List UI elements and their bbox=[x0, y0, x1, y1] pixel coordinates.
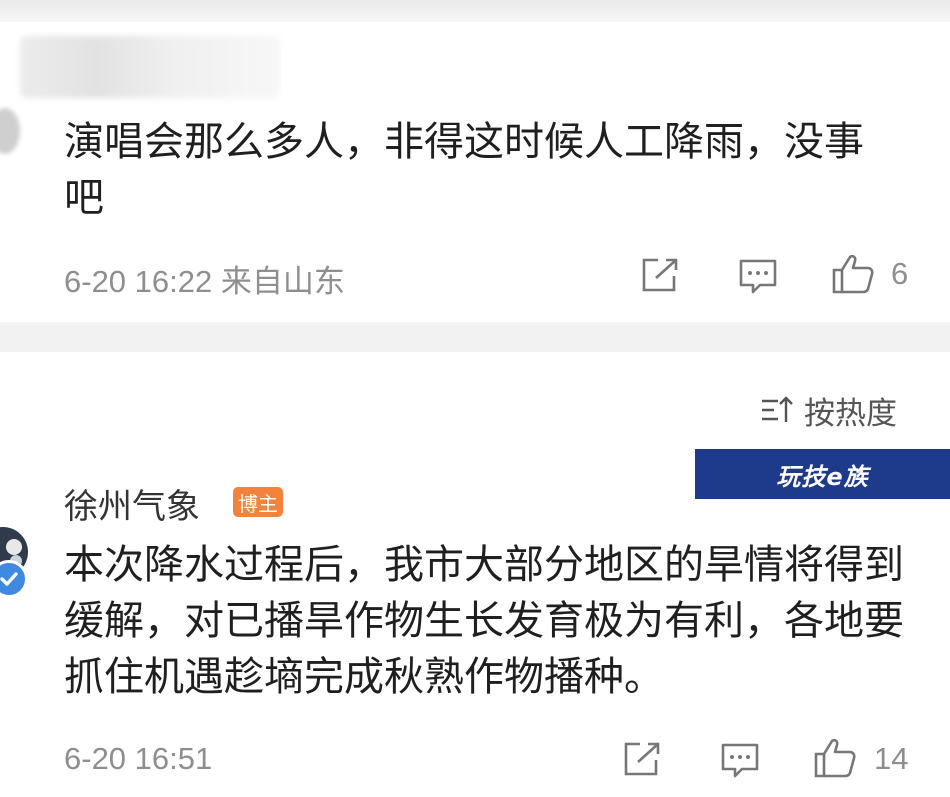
sort-icon bbox=[762, 396, 793, 422]
thumbs-up-icon[interactable] bbox=[813, 737, 857, 779]
section-divider bbox=[0, 322, 950, 352]
like-count: 14 bbox=[874, 741, 909, 776]
sort-label: 按热度 bbox=[804, 395, 897, 432]
comment-meta: 6-20 16:51 bbox=[64, 741, 213, 776]
author-name[interactable]: 徐州气象 bbox=[64, 479, 200, 528]
comment-meta: 6-20 16:22 来自山东 bbox=[64, 264, 345, 299]
comment-text: 演唱会那么多人，非得这时候人工降雨，没事吧 bbox=[64, 119, 864, 221]
watermark: 玩技e族 bbox=[695, 449, 950, 499]
share-icon[interactable] bbox=[622, 741, 662, 777]
thumbs-up-icon[interactable] bbox=[831, 253, 875, 295]
author-badge: 博主 bbox=[233, 487, 283, 517]
avatar[interactable] bbox=[0, 108, 20, 154]
share-icon[interactable] bbox=[640, 257, 680, 293]
blurred-username bbox=[20, 36, 280, 98]
verified-icon bbox=[0, 560, 28, 598]
top-strip bbox=[0, 0, 950, 22]
comment-text: 本次降水过程后，我市大部分地区的旱情将得到缓解，对已播旱作物生长发育极为有利，各… bbox=[64, 542, 904, 700]
comment-icon[interactable] bbox=[738, 258, 778, 294]
comment-icon[interactable] bbox=[720, 742, 760, 778]
like-count: 6 bbox=[891, 256, 909, 291]
sort-by-hot-button[interactable]: 按热度 bbox=[760, 388, 897, 432]
